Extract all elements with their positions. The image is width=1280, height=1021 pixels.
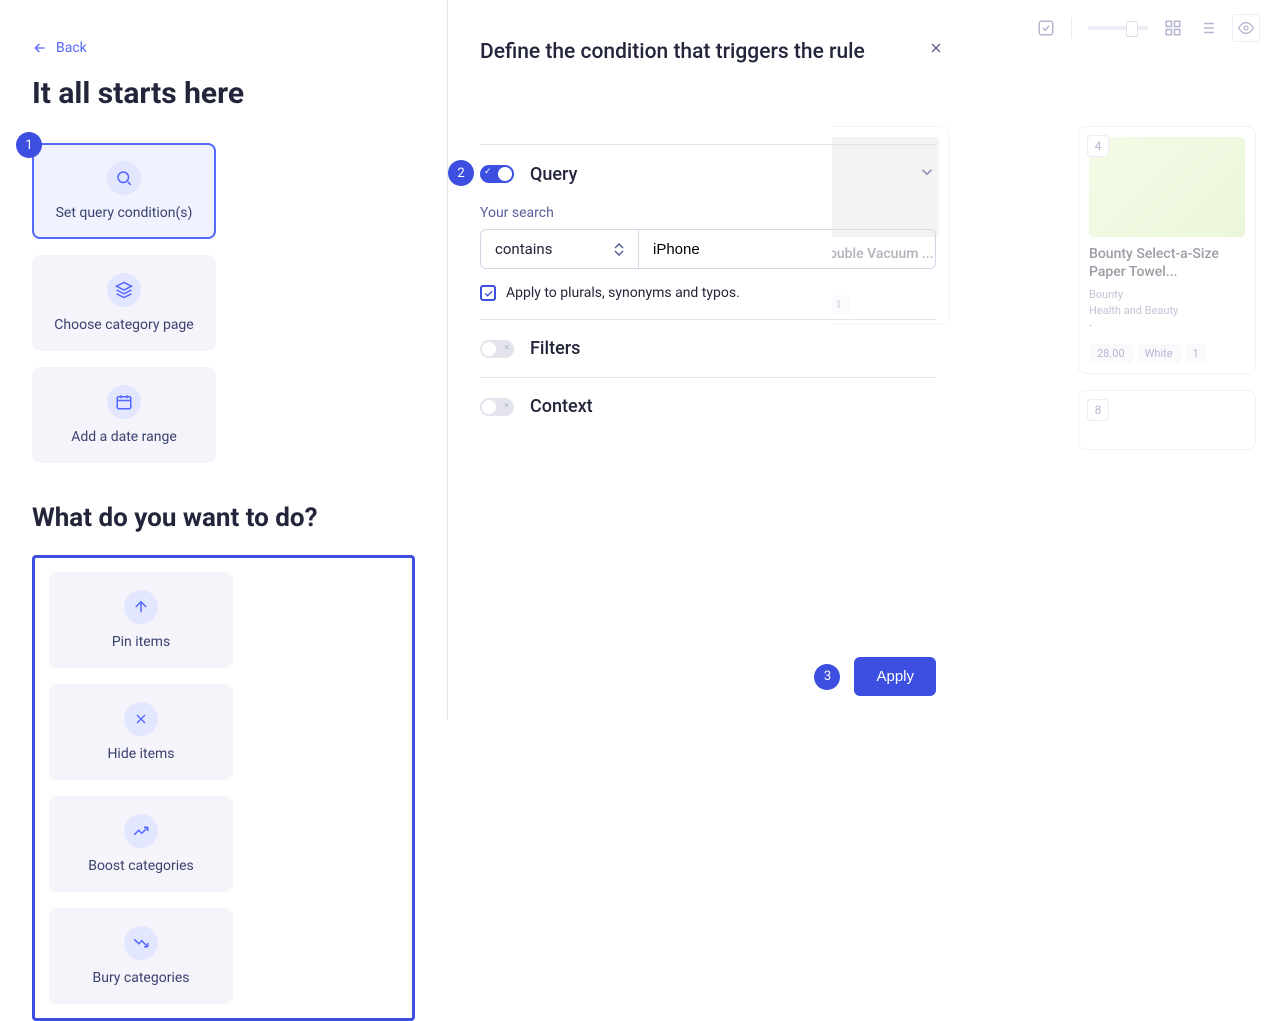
action-hide-items[interactable]: Hide items (49, 684, 233, 780)
eye-button[interactable] (1232, 14, 1260, 42)
filters-toggle[interactable] (480, 340, 514, 358)
query-toggle[interactable] (480, 165, 514, 183)
heading-what-to-do: What do you want to do? (32, 503, 415, 533)
operator-value: contains (495, 240, 552, 258)
operator-select[interactable]: contains (481, 230, 639, 268)
card-label: Add a date range (71, 429, 177, 445)
grid-icon (1164, 19, 1182, 37)
action-boost-categories[interactable]: Boost categories (49, 796, 233, 892)
card-label: Pin items (112, 634, 170, 650)
actions-group: Pin items Hide items Boost categories Bu… (32, 555, 415, 1021)
list-icon (1198, 19, 1216, 37)
tag: 1 (1185, 344, 1207, 363)
checkbox-icon (1037, 19, 1055, 37)
search-icon (107, 161, 141, 195)
product-category: Health and Beauty (1089, 303, 1245, 318)
card-category[interactable]: Choose category page (32, 255, 216, 351)
apply-button[interactable]: Apply (854, 657, 936, 696)
calendar-icon (107, 385, 141, 419)
card-set-query[interactable]: Set query condition(s) (32, 143, 216, 239)
search-label: Your search (480, 205, 936, 221)
chevron-down-icon (918, 163, 936, 181)
trend-down-icon (124, 926, 158, 960)
card-label: Set query condition(s) (56, 205, 193, 221)
close-button[interactable] (928, 40, 944, 60)
back-label: Back (56, 40, 87, 56)
product-brand: Bounty (1089, 287, 1245, 302)
back-button[interactable]: Back (32, 40, 415, 56)
query-input[interactable] (639, 230, 935, 268)
plurals-label: Apply to plurals, synonyms and typos. (506, 285, 740, 301)
context-section-title: Context (530, 396, 936, 417)
card-label: Hide items (107, 746, 174, 762)
query-section-title: Query (530, 164, 902, 185)
product-card: 4 Bounty Select-a-Size Paper Towel... Bo… (1078, 126, 1256, 374)
product-card: 8 (1078, 390, 1256, 450)
step-badge-3: 3 (814, 664, 840, 690)
card-date-range[interactable]: Add a date range (32, 367, 216, 463)
eye-icon (1238, 20, 1254, 36)
trend-up-icon (124, 814, 158, 848)
zoom-slider[interactable] (1088, 26, 1148, 30)
arrow-left-icon (32, 40, 48, 56)
action-pin-items[interactable]: Pin items (49, 572, 233, 668)
step-badge-1: 1 (16, 132, 42, 158)
tag: 28.00 (1089, 344, 1133, 363)
product-dash: - (1089, 318, 1245, 333)
product-title: Bounty Select-a-Size Paper Towel... (1089, 245, 1245, 281)
step-badge-2: 2 (448, 160, 474, 186)
panel-title: Define the condition that triggers the r… (480, 40, 936, 64)
action-bury-categories[interactable]: Bury categories (49, 908, 233, 1004)
collapse-query[interactable] (918, 163, 936, 185)
filters-section-title: Filters (530, 338, 936, 359)
close-icon (928, 40, 944, 56)
card-label: Choose category page (54, 317, 193, 333)
rank-badge: 4 (1087, 135, 1109, 157)
tag: White (1137, 344, 1181, 363)
plurals-checkbox[interactable] (480, 285, 496, 301)
heading-starts-here: It all starts here (32, 76, 415, 111)
check-icon (483, 288, 494, 299)
context-toggle[interactable] (480, 398, 514, 416)
card-label: Bury categories (93, 970, 190, 986)
rank-badge: 8 (1087, 399, 1109, 421)
close-icon (124, 702, 158, 736)
stepper-icon (614, 243, 624, 256)
layers-icon (107, 273, 141, 307)
arrow-up-icon (124, 590, 158, 624)
card-label: Boost categories (88, 858, 194, 874)
